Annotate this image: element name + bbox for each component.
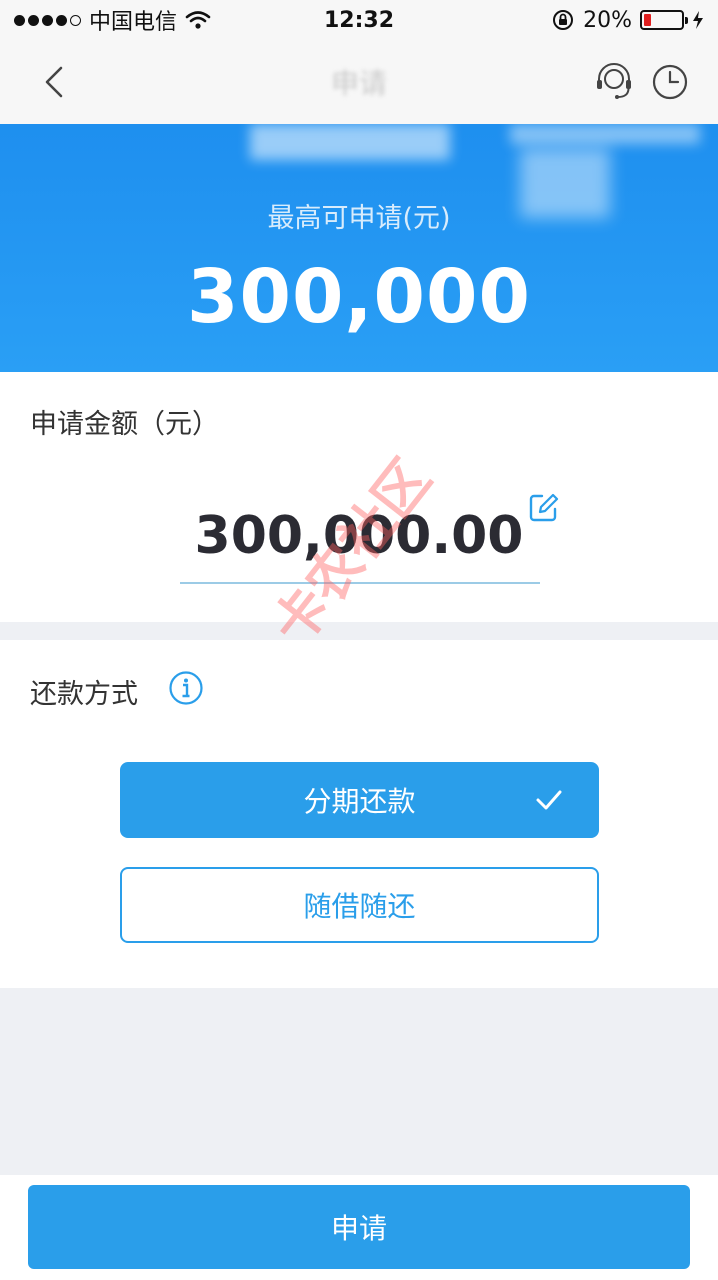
charging-bolt-icon	[693, 11, 703, 29]
edit-icon	[529, 493, 559, 522]
credit-limit-banner: 最高可申请(元) 300,000	[0, 124, 718, 372]
back-button[interactable]	[34, 62, 74, 102]
battery-percent: 20%	[583, 7, 632, 33]
nav-bar: 申请	[0, 40, 718, 124]
nav-actions	[594, 62, 690, 102]
option-installment-label: 分期还款	[303, 785, 416, 818]
edit-amount-button[interactable]	[528, 492, 560, 524]
option-installment-button[interactable]: 分期还款	[120, 762, 599, 838]
status-right: 20%	[551, 8, 704, 33]
apply-amount-label: 申请金额（元）	[30, 409, 219, 440]
customer-service-button[interactable]	[594, 62, 634, 102]
battery-icon	[640, 10, 688, 30]
status-left: 中国电信	[14, 4, 211, 36]
repayment-method-section: 还款方式 分期还款 随借随还	[0, 640, 718, 988]
headset-icon	[597, 63, 631, 99]
history-button[interactable]	[650, 62, 690, 102]
redacted-area	[250, 124, 450, 160]
max-limit-amount: 300,000	[186, 254, 532, 340]
apply-amount-section: 申请金额（元） 300,000.00	[0, 372, 718, 622]
battery-level	[644, 14, 652, 26]
bottom-bar: 申请	[0, 1175, 718, 1280]
apply-amount-input[interactable]: 300,000.00	[0, 510, 718, 562]
rotation-lock-icon	[553, 10, 574, 30]
checkmark-icon	[536, 790, 562, 810]
apply-submit-label: 申请	[330, 1212, 387, 1245]
max-limit-label: 最高可申请(元)	[267, 203, 451, 234]
signal-strength-icon	[14, 14, 81, 26]
apply-submit-button[interactable]: 申请	[28, 1185, 690, 1269]
chevron-left-icon	[45, 66, 63, 98]
amount-underline	[180, 582, 540, 584]
wifi-icon	[185, 11, 211, 29]
option-flexible-button[interactable]: 随借随还	[120, 867, 599, 943]
clock-icon	[652, 64, 688, 100]
info-icon	[169, 671, 203, 705]
redacted-area	[510, 124, 700, 144]
repayment-method-label: 还款方式	[30, 679, 138, 710]
status-bar: 中国电信 12:32 20%	[0, 0, 718, 40]
repayment-info-button[interactable]	[168, 670, 204, 706]
option-flexible-label: 随借随还	[303, 890, 416, 923]
carrier-name: 中国电信	[89, 10, 178, 35]
